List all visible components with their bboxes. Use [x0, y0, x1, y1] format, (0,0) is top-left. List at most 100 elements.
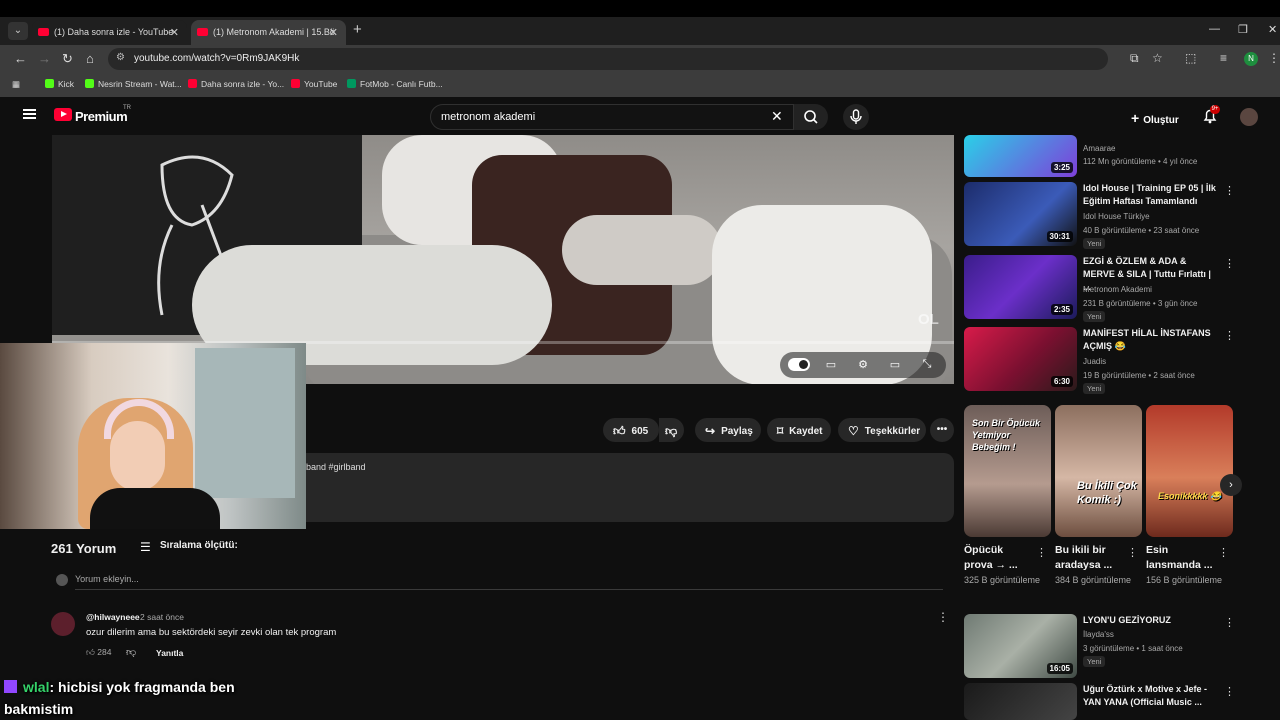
site-info-icon[interactable]: ⚙	[116, 52, 125, 63]
recommended-video[interactable]: 2:35 EZGİ & ÖZLEM & ADA & MERVE & SILA |…	[964, 255, 1235, 325]
video-thumbnail[interactable]: 30:31	[964, 182, 1077, 246]
comment-dislike-icon[interactable]: 👎︎	[126, 646, 136, 658]
comment-author[interactable]: @hilwayneee	[86, 612, 140, 622]
short-card[interactable]: Bu İkili Çok Komik :)	[1055, 405, 1142, 537]
channel-name[interactable]: İlayda'ss	[1083, 630, 1114, 639]
channel-name[interactable]: Juadis	[1083, 357, 1106, 366]
account-avatar[interactable]	[1240, 108, 1258, 126]
save-button[interactable]: ⌑ Kaydet	[767, 418, 831, 442]
bookmark-star-icon[interactable]: ☆	[1152, 51, 1163, 65]
channel-name[interactable]: Amaarae	[1083, 144, 1115, 153]
more-icon[interactable]: ⋮	[1224, 329, 1235, 342]
search-button[interactable]	[794, 104, 828, 130]
sort-icon[interactable]: ☰	[140, 540, 152, 554]
tab-watch-later[interactable]: (1) Daha sonra izle - YouTube ✕	[32, 20, 187, 45]
sort-button[interactable]: Sıralama ölçütü:	[160, 540, 238, 551]
short-title[interactable]: Esin lansmanda ...	[1146, 543, 1216, 573]
streamer-webcam	[0, 343, 306, 529]
search-input[interactable]: metronom akademi	[430, 104, 794, 130]
restore-icon[interactable]: ❐	[1238, 23, 1248, 36]
new-tab-button[interactable]: +	[353, 21, 362, 38]
bookmark-youtube[interactable]: YouTube	[291, 79, 337, 89]
add-comment-input[interactable]: Yorum ekleyin...	[75, 574, 943, 590]
more-icon[interactable]: ⋮	[1218, 546, 1229, 559]
thumbs-up-icon: 👍︎	[613, 424, 626, 438]
video-title[interactable]: Uğur Öztürk x Motive x Jefe - YAN YANA (…	[1083, 683, 1218, 709]
fullscreen-exit-icon[interactable]: ⤡	[919, 358, 935, 372]
more-icon[interactable]: ⋮	[1224, 184, 1235, 197]
forward-icon[interactable]: →	[38, 51, 51, 66]
video-title[interactable]: MANİFEST HİLAL İNSTAFANS AÇMIŞ 😂	[1083, 327, 1218, 353]
webcam-person	[90, 488, 220, 529]
close-tab-icon[interactable]: ✕	[329, 26, 338, 39]
reading-list-icon[interactable]: ≡	[1220, 51, 1227, 65]
clear-search-icon[interactable]: ✕	[771, 108, 783, 125]
video-thumbnail[interactable]: 6:30	[964, 327, 1077, 391]
create-button[interactable]: + Oluştur	[1125, 105, 1187, 127]
thanks-button[interactable]: ♡ Teşekkürler	[838, 418, 926, 442]
like-button[interactable]: 👍︎ 605	[603, 418, 659, 442]
next-shorts-button[interactable]: ›	[1220, 474, 1242, 496]
more-icon[interactable]: ⋮	[1224, 257, 1235, 270]
description-box[interactable]: band #girlband	[306, 453, 954, 522]
dislike-button[interactable]: 👎︎	[659, 418, 684, 442]
share-button[interactable]: ↪ Paylaş	[695, 418, 761, 442]
reload-icon[interactable]: ↻	[62, 51, 73, 67]
autoplay-toggle[interactable]	[788, 358, 810, 371]
apps-icon[interactable]: ▦	[12, 79, 20, 90]
recommended-video[interactable]: 3:25 Amaarae 112 Mn görüntüleme • 4 yıl …	[964, 127, 1234, 177]
comment-like-button[interactable]: 👍︎ 284	[86, 647, 111, 658]
comment-avatar[interactable]	[51, 612, 75, 636]
extensions-icon[interactable]: ⬚	[1185, 51, 1196, 65]
bookmark-nesrin[interactable]: Nesrin Stream - Wat...	[85, 79, 182, 89]
video-thumbnail[interactable]	[964, 683, 1077, 720]
bookmark-fotmob[interactable]: FotMob - Canlı Futb...	[347, 79, 443, 89]
short-card[interactable]: Son Bir Öpücük Yetmiyor Bebeğim !	[964, 405, 1051, 537]
menu-icon[interactable]	[23, 109, 36, 119]
chat-message: : hicbisi yok fragmanda ben	[49, 679, 235, 695]
address-bar[interactable]: ⚙ youtube.com/watch?v=0Rm9JAK9Hk	[108, 48, 1108, 70]
settings-icon[interactable]: ⚙	[855, 358, 871, 372]
chrome-menu-icon[interactable]: ⋮	[1268, 51, 1280, 65]
more-icon[interactable]: ⋮	[1127, 546, 1138, 559]
minimize-icon[interactable]: —	[1209, 23, 1220, 35]
home-icon[interactable]: ⌂	[86, 51, 94, 66]
back-icon[interactable]: ←	[14, 51, 27, 66]
video-title[interactable]: LYON'U GEZİYORUZ	[1083, 614, 1218, 627]
tab-metronom[interactable]: (1) Metronom Akademi | 15.Bö ✕	[191, 20, 346, 45]
description-text: band #girlband	[306, 462, 366, 472]
channel-name[interactable]: Idol House Türkiye	[1083, 212, 1150, 221]
short-title[interactable]: Öpücük prova → ...	[964, 543, 1034, 573]
theater-mode-icon[interactable]: ▭	[887, 358, 903, 372]
close-tab-icon[interactable]: ✕	[170, 26, 179, 39]
video-thumbnail[interactable]: 3:25	[964, 135, 1077, 177]
more-icon[interactable]: ⋮	[1036, 546, 1047, 559]
reply-button[interactable]: Yanıtla	[156, 648, 183, 658]
voice-search-button[interactable]	[843, 104, 869, 130]
video-thumbnail[interactable]: 2:35	[964, 255, 1077, 319]
video-meta: 231 B görüntüleme • 3 gün önce	[1083, 299, 1198, 308]
kick-icon	[85, 79, 94, 88]
bookmark-kick[interactable]: Kick	[45, 79, 74, 89]
profile-avatar[interactable]: N	[1244, 52, 1258, 66]
recommended-video[interactable]: 6:30 MANİFEST HİLAL İNSTAFANS AÇMIŞ 😂 Ju…	[964, 327, 1235, 397]
short-card[interactable]: Esonikkkkk 😂	[1146, 405, 1233, 537]
more-actions-button[interactable]: •••	[930, 418, 954, 442]
close-window-icon[interactable]: ✕	[1268, 23, 1277, 36]
short-title[interactable]: Bu ikili bir aradaysa ...	[1055, 543, 1125, 573]
recommended-video[interactable]: Uğur Öztürk x Motive x Jefe - YAN YANA (…	[964, 683, 1235, 720]
subtitles-icon[interactable]: ▭	[823, 358, 839, 372]
bookmark-watch-later[interactable]: Daha sonra izle - Yo...	[188, 79, 284, 89]
install-icon[interactable]: ⧉	[1130, 51, 1139, 66]
short-overlay-text: Son Bir Öpücük Yetmiyor Bebeğim !	[972, 418, 1041, 452]
youtube-logo-icon[interactable]	[54, 108, 72, 121]
recommended-video[interactable]: 30:31 Idol House | Training EP 05 | İlk …	[964, 182, 1235, 252]
comment-more-icon[interactable]: ⋮	[937, 610, 949, 624]
channel-name[interactable]: Metronom Akademi	[1083, 285, 1152, 294]
video-thumbnail[interactable]: 16:05	[964, 614, 1077, 678]
video-title[interactable]: Idol House | Training EP 05 | İlk Eğitim…	[1083, 182, 1218, 208]
more-icon[interactable]: ⋮	[1224, 616, 1235, 629]
more-icon[interactable]: ⋮	[1224, 685, 1235, 698]
recommended-video[interactable]: 16:05 LYON'U GEZİYORUZ İlayda'ss 3 görün…	[964, 614, 1235, 684]
tab-search-button[interactable]: ⌄	[8, 22, 28, 40]
